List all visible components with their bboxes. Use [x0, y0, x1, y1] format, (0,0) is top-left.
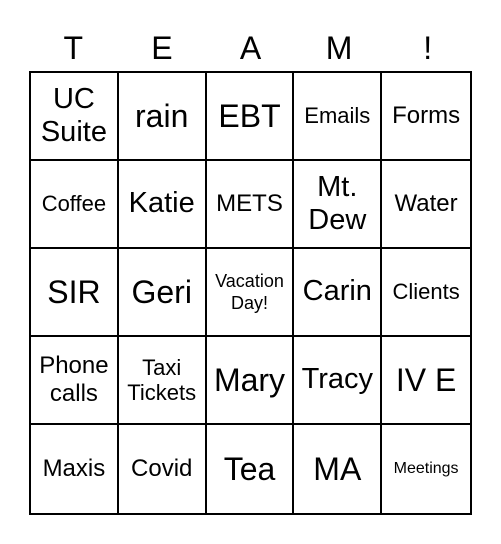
header-letter: A: [239, 30, 262, 66]
bingo-cell[interactable]: rain: [118, 73, 207, 161]
header-letter: !: [423, 30, 433, 66]
bingo-header: T E A M !: [29, 28, 472, 68]
bingo-cell[interactable]: Water: [382, 161, 470, 249]
bingo-cell[interactable]: IV E: [382, 337, 470, 425]
bingo-cell[interactable]: Phone calls: [31, 337, 119, 425]
bingo-cell[interactable]: UC Suite: [31, 73, 119, 161]
header-letter: M: [325, 30, 353, 66]
bingo-grid: UC Suite rain EBT Emails Forms Coffee Katie MET…: [29, 71, 472, 515]
bingo-cell[interactable]: Mary: [206, 337, 295, 425]
bingo-cell[interactable]: METS: [206, 161, 295, 249]
bingo-cell[interactable]: Clients: [382, 249, 470, 337]
bingo-cell[interactable]: Emails: [294, 73, 383, 161]
bingo-cell[interactable]: Coffee: [31, 161, 119, 249]
bingo-cell[interactable]: Forms: [382, 73, 470, 161]
bingo-cell[interactable]: Katie: [118, 161, 207, 249]
bingo-cell[interactable]: Taxi Tickets: [118, 337, 207, 425]
bingo-cell[interactable]: Tracy: [294, 337, 383, 425]
bingo-cell[interactable]: SIR: [31, 249, 119, 337]
bingo-cell[interactable]: MA: [294, 425, 383, 513]
bingo-cell[interactable]: Tea: [207, 425, 295, 513]
header-letter: T: [63, 30, 84, 66]
bingo-cell[interactable]: Vacation Day!: [206, 249, 295, 337]
bingo-cell[interactable]: Mt. Dew: [294, 161, 383, 249]
bingo-cell[interactable]: Geri: [118, 249, 207, 337]
bingo-cell[interactable]: Meetings: [382, 425, 470, 513]
header-letter: E: [151, 30, 173, 66]
bingo-cell[interactable]: Carin: [294, 249, 383, 337]
bingo-cell[interactable]: Maxis: [31, 425, 119, 513]
bingo-cell[interactable]: EBT: [206, 73, 295, 161]
bingo-cell[interactable]: Covid: [119, 425, 207, 513]
